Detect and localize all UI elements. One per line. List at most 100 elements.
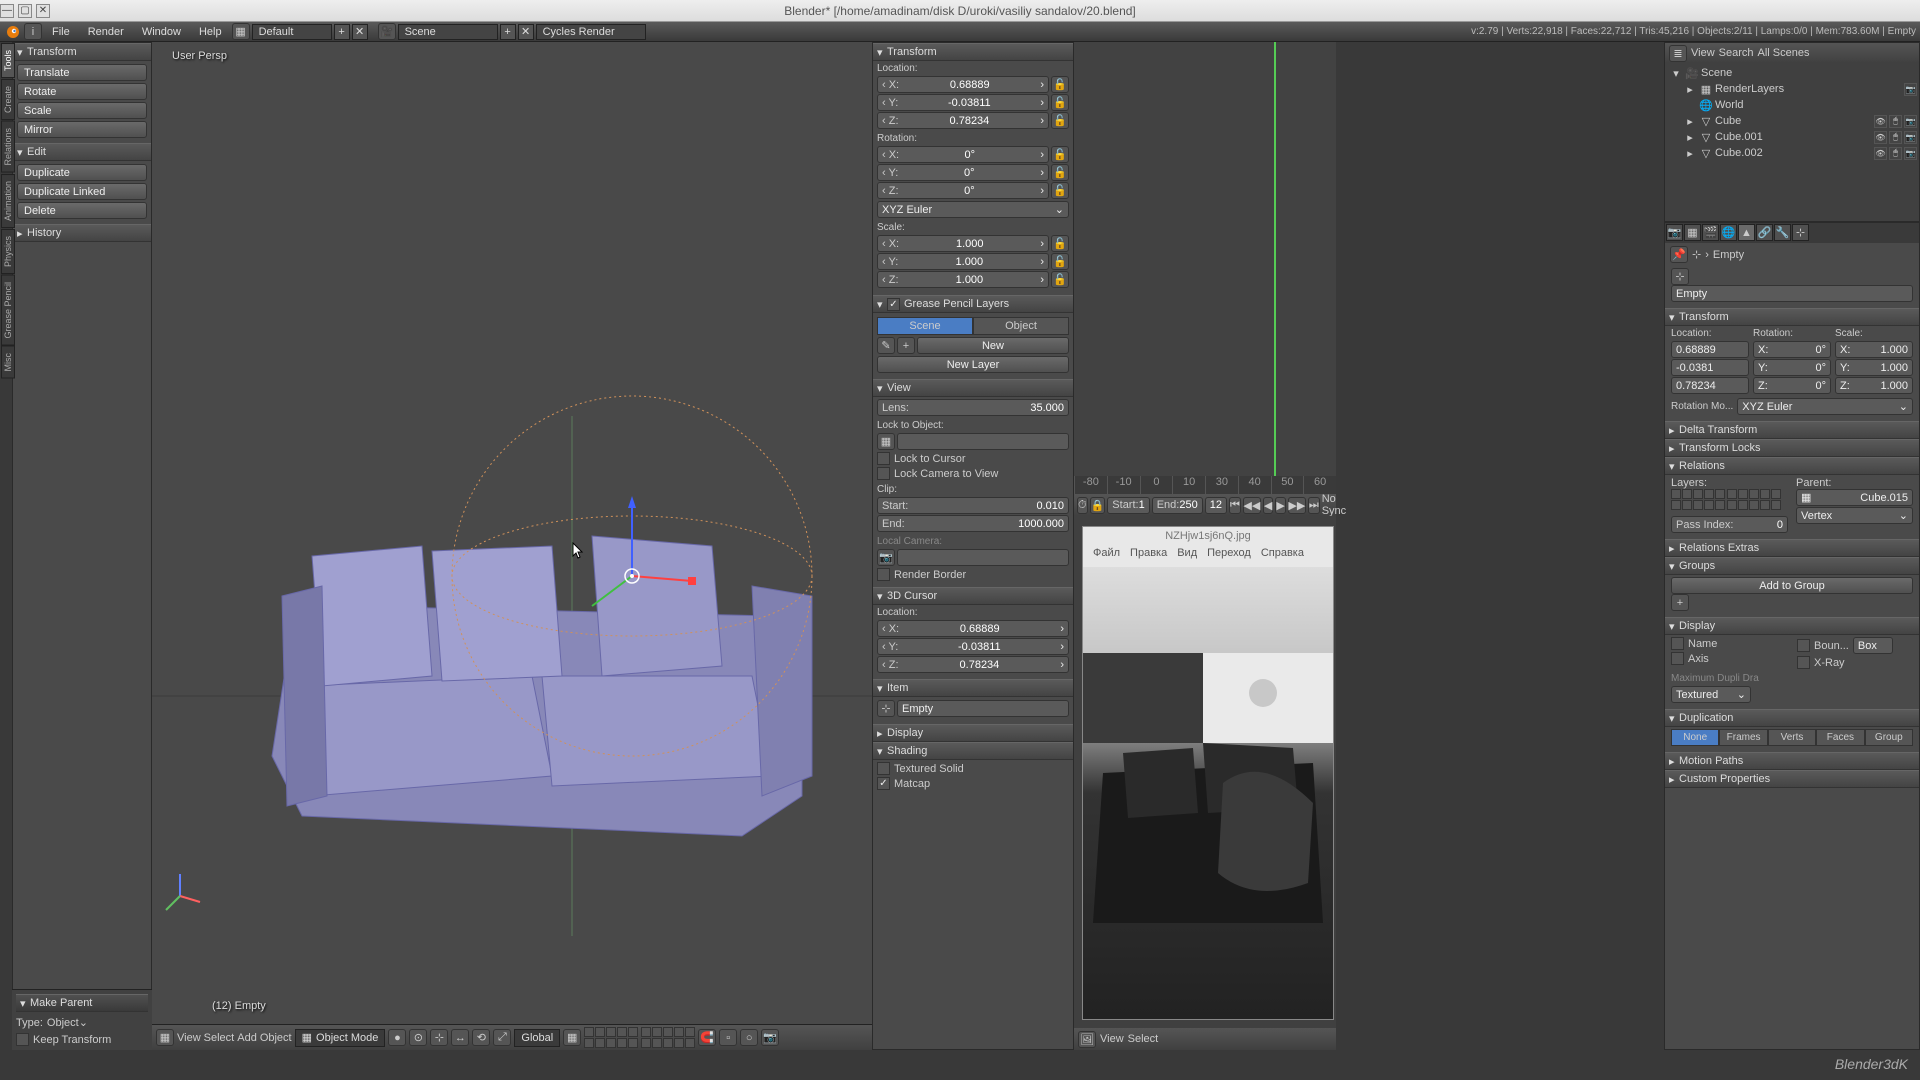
render-engine-dropdown[interactable]: Cycles Render [536, 24, 646, 40]
outliner-tree[interactable]: ▾🎥Scene▸▦RenderLayers📷🌐World▸▽Cube👁🖱📷▸▽C… [1665, 63, 1919, 163]
restrict-icon[interactable]: 👁 [1874, 115, 1887, 128]
clip-start-field[interactable]: Start:0.010 [877, 497, 1069, 514]
prop-rot-z[interactable]: Z:0° [1753, 377, 1831, 394]
clip-end-field[interactable]: End:1000.000 [877, 515, 1069, 532]
outliner-row[interactable]: ▸▽Cube👁🖱📷 [1667, 113, 1917, 129]
prop-layers-b[interactable] [1727, 489, 1781, 510]
prop-locks-header[interactable]: ▸Transform Locks [1665, 439, 1919, 457]
tooltab-create[interactable]: Create [1, 79, 15, 120]
blender-logo-icon[interactable] [4, 24, 22, 40]
keyframe-prev-icon[interactable]: ◀◀ [1243, 497, 1261, 514]
local-cam-field[interactable] [897, 549, 1069, 566]
prop-scale-y[interactable]: Y:1.000 [1835, 359, 1913, 376]
prop-motion-header[interactable]: ▸Motion Paths [1665, 752, 1919, 770]
menu-render[interactable]: Render [80, 24, 132, 40]
scene-remove-button[interactable]: ✕ [518, 24, 534, 40]
disp-xray-checkbox[interactable] [1797, 656, 1810, 669]
object-name-field[interactable]: Empty [1671, 285, 1913, 302]
delete-button[interactable]: Delete [17, 202, 147, 219]
outliner-filter-dropdown[interactable]: All Scenes [1758, 47, 1915, 59]
viewport-menu-view[interactable]: View [177, 1032, 201, 1044]
restrict-icon[interactable]: 📷 [1904, 115, 1917, 128]
cursor-y-field[interactable]: ‹ Y:-0.03811› [877, 638, 1069, 655]
restrict-icon[interactable]: 📷 [1904, 147, 1917, 160]
prop-loc-y[interactable]: -0.0381 [1671, 359, 1749, 376]
loc-z-lock-icon[interactable]: 🔓 [1051, 112, 1069, 129]
timeline-start-field[interactable]: Start:1 [1107, 497, 1149, 514]
mirror-button[interactable]: Mirror [17, 121, 147, 138]
add-to-group-button[interactable]: Add to Group [1671, 577, 1913, 594]
scale-button[interactable]: Scale [17, 102, 147, 119]
viewport-menu-object[interactable]: Object [260, 1032, 292, 1044]
manipulator-icon[interactable]: ⊹ [430, 1029, 448, 1046]
prop-groups-header[interactable]: ▾Groups [1665, 557, 1919, 575]
restrict-icon[interactable]: 👁 [1874, 131, 1887, 144]
outliner-row[interactable]: ▸▽Cube.002👁🖱📷 [1667, 145, 1917, 161]
cursor-z-field[interactable]: ‹ Z:0.78234› [877, 656, 1069, 673]
outliner-row[interactable]: ▾🎥Scene [1667, 65, 1917, 81]
imgmenu-edit[interactable]: Правка [1130, 547, 1167, 559]
textured-dropdown[interactable]: Textured⌄ [1671, 686, 1751, 703]
dup-verts[interactable]: Verts [1768, 729, 1816, 746]
lock-object-field[interactable] [897, 433, 1069, 450]
scale-z-field[interactable]: ‹ Z:1.000› [877, 271, 1049, 288]
expand-icon[interactable]: ▸ [1683, 146, 1697, 160]
item-icon[interactable]: ⊹ [877, 700, 895, 717]
editor-type-3dview-icon[interactable]: ▦ [156, 1029, 174, 1046]
maximize-button[interactable]: ▢ [18, 4, 32, 18]
scene-dropdown[interactable]: Scene [398, 24, 498, 40]
imgmenu-view[interactable]: Вид [1177, 547, 1197, 559]
prop-rot-x[interactable]: X:0° [1753, 341, 1831, 358]
manipulator-scale-icon[interactable]: ⤢ [493, 1029, 511, 1046]
uv-menu-select[interactable]: Select [1128, 1033, 1159, 1045]
proptab-data-icon[interactable]: ⊹ [1792, 224, 1809, 241]
minimize-button[interactable]: — [0, 4, 14, 18]
prop-delta-header[interactable]: ▸Delta Transform [1665, 421, 1919, 439]
rot-x-lock-icon[interactable]: 🔓 [1051, 146, 1069, 163]
disp-name-checkbox[interactable] [1671, 637, 1684, 650]
rot-z-lock-icon[interactable]: 🔓 [1051, 182, 1069, 199]
timeline-current-field[interactable]: 12 [1205, 497, 1227, 514]
timeline-playhead[interactable] [1274, 42, 1276, 476]
prop-rot-y[interactable]: Y:0° [1753, 359, 1831, 376]
prop-custom-header[interactable]: ▸Custom Properties [1665, 770, 1919, 788]
timeline-editor[interactable]: -80-1001030405060 ⏱ 🔒 Start:1 End:250 12… [1074, 42, 1336, 516]
gp-pencil-icon[interactable]: ✎ [877, 337, 895, 354]
menu-window[interactable]: Window [134, 24, 189, 40]
cursor3d-header[interactable]: ▾3D Cursor [873, 587, 1073, 605]
parent-type-dropdown[interactable]: Vertex⌄ [1796, 507, 1913, 524]
gp-layers-header[interactable]: ▾Grease Pencil Layers [873, 295, 1073, 313]
tooltab-animation[interactable]: Animation [1, 174, 15, 228]
scale-x-field[interactable]: ‹ X:1.000› [877, 235, 1049, 252]
layer-buttons-a[interactable] [584, 1027, 638, 1048]
prop-loc-x[interactable]: 0.68889 [1671, 341, 1749, 358]
npanel-view-header[interactable]: ▾View [873, 379, 1073, 397]
scale-x-lock-icon[interactable]: 🔓 [1051, 235, 1069, 252]
3d-viewport[interactable]: User Persp (12) Empty ▦ View Select Add … [152, 42, 872, 1050]
translate-button[interactable]: Translate [17, 64, 147, 81]
gp-object-tab[interactable]: Object [973, 317, 1069, 335]
rotate-button[interactable]: Rotate [17, 83, 147, 100]
snap-icon[interactable]: 🧲 [698, 1029, 716, 1046]
scene-icon[interactable]: 🎥 [378, 23, 396, 40]
imgmenu-file[interactable]: Файл [1093, 547, 1120, 559]
toolshelf-history-header[interactable]: ▸History [13, 224, 151, 242]
manipulator-translate-icon[interactable]: ↔ [451, 1029, 469, 1046]
viewport-menu-select[interactable]: Select [204, 1032, 235, 1044]
mode-dropdown[interactable]: ▦Object Mode [295, 1029, 386, 1047]
proptab-object-icon[interactable]: ▲ [1738, 224, 1755, 241]
gp-scene-tab[interactable]: Scene [877, 317, 973, 335]
loc-z-field[interactable]: ‹ Z:0.78234› [877, 112, 1049, 129]
toolshelf-edit-header[interactable]: ▾Edit [13, 143, 151, 161]
expand-icon[interactable]: ▾ [1669, 66, 1683, 80]
cursor-x-field[interactable]: ‹ X:0.68889› [877, 620, 1069, 637]
rot-y-lock-icon[interactable]: 🔓 [1051, 164, 1069, 181]
outliner-menu-view[interactable]: View [1691, 47, 1715, 59]
textured-solid-checkbox[interactable] [877, 762, 890, 775]
imgmenu-goto[interactable]: Переход [1207, 547, 1251, 559]
rotation-mode-dropdown[interactable]: XYZ Euler⌄ [877, 201, 1069, 218]
loc-y-field[interactable]: ‹ Y:-0.03811› [877, 94, 1049, 111]
gp-add-icon[interactable]: + [897, 337, 915, 354]
expand-icon[interactable]: ▸ [1683, 82, 1697, 96]
prop-layers-a[interactable] [1671, 489, 1725, 510]
